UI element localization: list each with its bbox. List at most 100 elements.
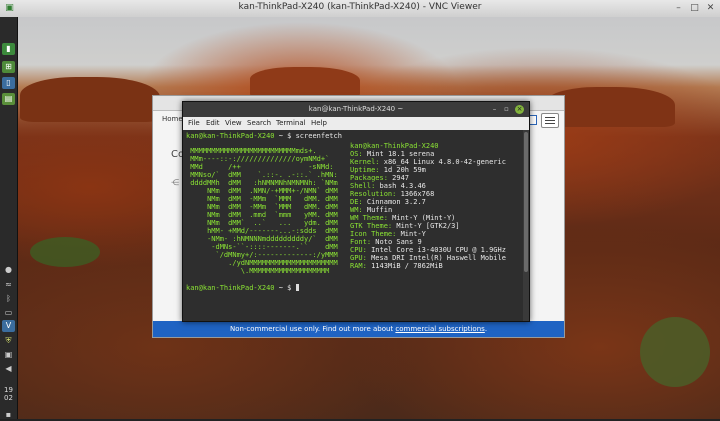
menu-search[interactable]: Search xyxy=(247,119,271,127)
ascii-line: ./ydNMMMMMMMMMMMMMMMMMMMMM xyxy=(186,259,338,267)
info-key: RAM: xyxy=(350,262,367,270)
info-key: GPU: xyxy=(350,254,367,262)
prompt-line: kan@kan-ThinkPad-X240 ~ $ xyxy=(186,284,299,292)
terminal-output[interactable]: kan@kan-ThinkPad-X240 ~ $ screenfetch MM… xyxy=(183,130,523,321)
network-icon[interactable]: ≈ xyxy=(2,279,15,291)
clock-hour[interactable]: 19 xyxy=(0,386,17,394)
battery-icon[interactable]: ▭ xyxy=(2,307,15,319)
minimize-icon[interactable]: – xyxy=(672,2,685,14)
info-key: WM: xyxy=(350,206,363,214)
info-key: WM Theme: xyxy=(350,214,388,222)
terminal-icon[interactable]: ▯ xyxy=(2,77,15,89)
info-value: Cinnamon 3.2.7 xyxy=(366,198,426,206)
info-row: WM: Muffin xyxy=(350,206,506,214)
text-cursor xyxy=(295,284,299,291)
show-desktop-icon[interactable]: ▪ xyxy=(2,409,15,421)
info-row: OS: Mint 18.1 serena xyxy=(350,150,506,158)
info-row: Kernel: x86_64 Linux 4.8.0-42-generic xyxy=(350,158,506,166)
ascii-line: `/dMNmy+/:-------------:/yMMM xyxy=(186,251,338,259)
ascii-line: MMd /++ -sNMd: xyxy=(186,163,334,171)
info-value: Mint-Y [GTK2/3] xyxy=(396,222,460,230)
user-icon[interactable]: ● xyxy=(2,264,15,276)
info-row: GTK Theme: Mint-Y [GTK2/3] xyxy=(350,222,506,230)
ascii-line: NMm dMM -MMm `MMM dMM. dMM xyxy=(186,203,338,211)
terminal-window: kan@kan-ThinkPad-X240 ~ – ▫ × File Edit … xyxy=(182,101,530,322)
ascii-line: -dMNs-``-::::-------.`` dMM xyxy=(186,243,338,251)
terminal-close-icon[interactable]: × xyxy=(515,105,524,114)
non-commercial-banner: Non-commercial use only. Find out more a… xyxy=(153,321,564,337)
info-value: 1366x768 xyxy=(400,190,435,198)
vnc-title-bar: ▣ kan-ThinkPad-X240 (kan-ThinkPad-X240) … xyxy=(0,0,720,18)
menu-edit[interactable]: Edit xyxy=(206,119,220,127)
info-key: OS: xyxy=(350,150,363,158)
info-value: Noto Sans 9 xyxy=(375,238,422,246)
bluetooth-icon[interactable]: ᛒ xyxy=(2,293,15,305)
system-info: kan@kan-ThinkPad-X240 OS: Mint 18.1 sere… xyxy=(350,142,506,270)
info-value: 1d 20h 59m xyxy=(383,166,426,174)
info-key: Uptime: xyxy=(350,166,380,174)
terminal-scrollbar[interactable] xyxy=(523,130,529,321)
share-icon[interactable]: ⋲ xyxy=(171,178,179,187)
maximize-icon[interactable]: □ xyxy=(688,2,701,14)
info-row: CPU: Intel Core i3-4030U CPU @ 1.9GHz xyxy=(350,246,506,254)
info-value: Mint-Y xyxy=(400,230,426,238)
info-row: GPU: Mesa DRI Intel(R) Haswell Mobile xyxy=(350,254,506,262)
info-value: bash 4.3.46 xyxy=(379,182,426,190)
hamburger-menu-icon[interactable] xyxy=(541,113,559,128)
menu-help[interactable]: Help xyxy=(311,119,327,127)
terminal-title: kan@kan-ThinkPad-X240 ~ xyxy=(183,102,529,117)
ascii-line: NMm dMM` ..` ... ydm. dMM xyxy=(186,219,338,227)
info-key: Font: xyxy=(350,238,372,246)
terminal-minimize-icon[interactable]: – xyxy=(490,105,499,114)
command-line: kan@kan-ThinkPad-X240 ~ $ screenfetch xyxy=(186,132,342,140)
terminal-menubar: File Edit View Search Terminal Help xyxy=(183,117,529,131)
side-panel: ▮ ⊞ ▯ ▤ ● ≈ ᛒ ▭ V ⛨ ▣ ◀ 19 02 ▪ xyxy=(0,17,18,419)
update-icon[interactable]: ▣ xyxy=(2,349,15,361)
ascii-line: MMm----::-://////////////oymNMd+` xyxy=(186,155,330,163)
files-icon[interactable]: ▤ xyxy=(2,93,15,105)
info-row: Shell: bash 4.3.46 xyxy=(350,182,506,190)
info-key: Shell: xyxy=(350,182,376,190)
ascii-line: MMMMMMMMMMMMMMMMMMMMMMMMMmds+. xyxy=(186,147,317,155)
info-key: Resolution: xyxy=(350,190,397,198)
info-row: Uptime: 1d 20h 59m xyxy=(350,166,506,174)
info-value: Mint 18.1 serena xyxy=(366,150,435,158)
vnc-tray-icon[interactable]: V xyxy=(2,320,15,332)
ascii-line: NMm dMM -MMm `MMM dMM. dMM xyxy=(186,195,338,203)
menu-file[interactable]: File xyxy=(188,119,200,127)
menu-terminal[interactable]: Terminal xyxy=(276,119,306,127)
volume-icon[interactable]: ◀ xyxy=(2,363,15,375)
info-key: CPU: xyxy=(350,246,367,254)
info-value: Intel Core i3-4030U CPU @ 1.9GHz xyxy=(371,246,506,254)
ascii-line: \.MMMMMMMMMMMMMMMMMMM xyxy=(186,267,330,275)
ascii-line: ddddMMh dMM :hNMNMNhNMNMNh: `NMm xyxy=(186,179,338,187)
vnc-window-title: kan-ThinkPad-X240 (kan-ThinkPad-X240) - … xyxy=(238,2,482,12)
menu-view[interactable]: View xyxy=(225,119,242,127)
menu-icon[interactable]: ▮ xyxy=(2,43,15,55)
info-value: Muffin xyxy=(366,206,393,214)
info-key: Icon Theme: xyxy=(350,230,397,238)
info-row: Packages: 2947 xyxy=(350,174,506,182)
terminal-maximize-icon[interactable]: ▫ xyxy=(502,105,511,114)
info-row: RAM: 1143MiB / 7862MiB xyxy=(350,262,506,270)
info-value: Mesa DRI Intel(R) Haswell Mobile xyxy=(371,254,506,262)
info-row: WM Theme: Mint-Y (Mint-Y) xyxy=(350,214,506,222)
info-user-host: kan@kan-ThinkPad-X240 xyxy=(350,142,439,150)
info-row: Icon Theme: Mint-Y xyxy=(350,230,506,238)
info-key: Packages: xyxy=(350,174,388,182)
info-row: DE: Cinnamon 3.2.7 xyxy=(350,198,506,206)
shield-icon[interactable]: ⛨ xyxy=(2,335,15,347)
ascii-line: -NMm- :hNMNNNmdddddddddy/` dMM xyxy=(186,235,338,243)
clock-minute[interactable]: 02 xyxy=(0,394,17,402)
ascii-line: NMm dMM .mmd `mmm yMM. dMM xyxy=(186,211,338,219)
info-row: Resolution: 1366x768 xyxy=(350,190,506,198)
ascii-line: NMm dMM .NMN/-+MMM+-/NMN` dMM xyxy=(186,187,338,195)
close-icon[interactable]: ✕ xyxy=(704,2,717,14)
commercial-subscriptions-link[interactable]: commercial subscriptions xyxy=(395,325,484,333)
ascii-line: MMNso/` dMM `.::-. .-::.` .hMN: xyxy=(186,171,338,179)
ascii-line: hMM- +MMd/-------...-:sdds dMM xyxy=(186,227,338,235)
software-manager-icon[interactable]: ⊞ xyxy=(2,61,15,73)
info-key: Kernel: xyxy=(350,158,380,166)
scrollbar-thumb[interactable] xyxy=(524,132,528,272)
home-tab[interactable]: Home xyxy=(162,115,183,123)
